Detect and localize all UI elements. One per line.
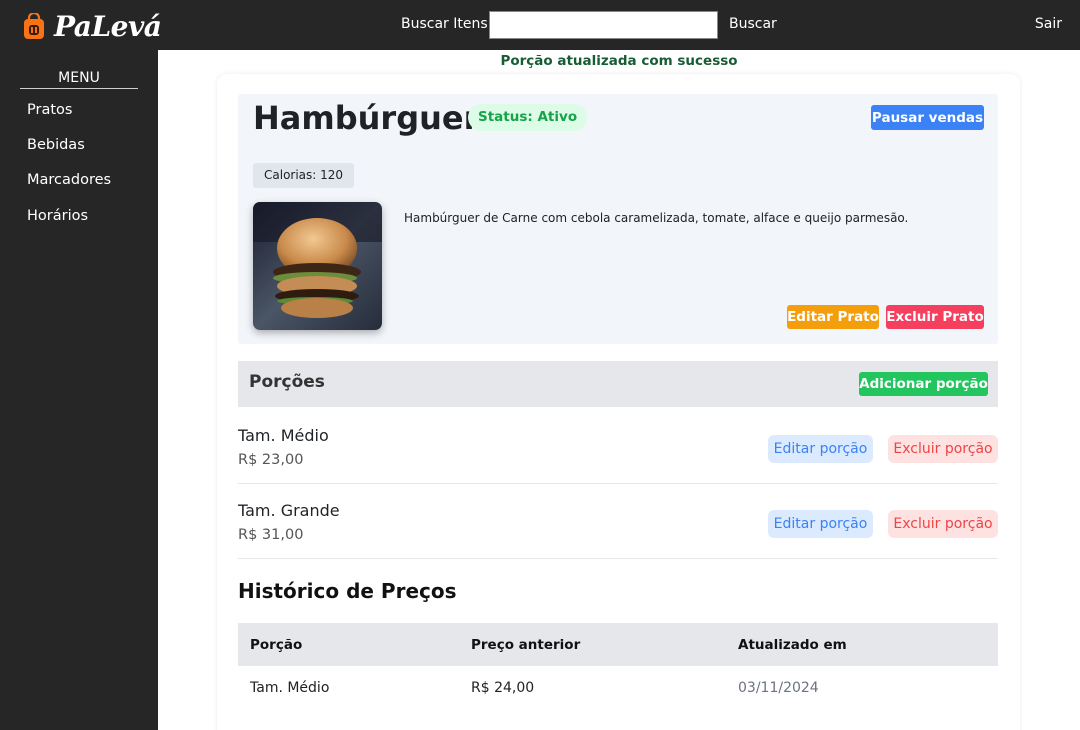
history-cell-portion: Tam. Médio — [250, 679, 330, 696]
menu-title: MENU — [20, 70, 138, 89]
portion-name: Tam. Grande — [238, 501, 340, 520]
portion-row: Tam. Médio R$ 23,00 Editar porção Exclui… — [238, 420, 998, 484]
price-history-title: Histórico de Preços — [238, 579, 457, 603]
table-header-row: Porção Preço anterior Atualizado em — [238, 623, 998, 666]
history-cell-price: R$ 24,00 — [471, 679, 535, 696]
sidebar-item-horarios[interactable]: Horários — [27, 208, 88, 224]
sidebar-item-pratos[interactable]: Pratos — [27, 102, 72, 118]
price-history-table: Porção Preço anterior Atualizado em Tam.… — [238, 623, 998, 709]
portion-row: Tam. Grande R$ 31,00 Editar porção Exclu… — [238, 495, 998, 559]
sidebar-item-bebidas[interactable]: Bebidas — [27, 137, 85, 153]
pause-sales-button[interactable]: Pausar vendas — [871, 105, 984, 130]
shopping-bag-icon — [22, 11, 46, 41]
dish-card: Hambúrguer Status: Ativo Pausar vendas C… — [217, 74, 1020, 730]
add-portion-button[interactable]: Adicionar porção — [859, 372, 988, 396]
logout-link[interactable]: Sair — [1035, 16, 1062, 32]
portions-header: Porções Adicionar porção — [238, 361, 998, 407]
portion-price: R$ 31,00 — [238, 527, 304, 543]
table-row: Tam. Médio R$ 24,00 03/11/2024 — [238, 666, 998, 709]
search-label: Buscar Itens — [401, 16, 488, 32]
brand-logo[interactable]: PaLevá — [22, 10, 162, 43]
delete-dish-button[interactable]: Excluir Prato — [886, 305, 984, 329]
dish-photo — [253, 202, 382, 330]
edit-portion-button[interactable]: Editar porção — [768, 435, 873, 463]
portions-title: Porções — [249, 372, 325, 392]
portion-name: Tam. Médio — [238, 426, 329, 445]
flash-message: Porção atualizada com sucesso — [500, 53, 738, 69]
calories-badge: Calorias: 120 — [253, 163, 355, 188]
delete-portion-button[interactable]: Excluir porção — [888, 435, 998, 463]
sidebar-item-marcadores[interactable]: Marcadores — [27, 172, 111, 188]
main-content: Porção atualizada com sucesso Hambúrguer… — [158, 50, 1080, 730]
brand-name: PaLevá — [54, 10, 162, 43]
edit-dish-button[interactable]: Editar Prato — [787, 305, 879, 329]
dish-description: Hambúrguer de Carne com cebola carameliz… — [404, 211, 909, 225]
column-header-previous-price: Preço anterior — [459, 623, 726, 666]
column-header-updated-at: Atualizado em — [726, 623, 998, 666]
dish-title: Hambúrguer — [253, 99, 480, 137]
column-header-portion: Porção — [238, 623, 459, 666]
dish-details-panel: Hambúrguer Status: Ativo Pausar vendas C… — [238, 94, 998, 344]
portion-price: R$ 23,00 — [238, 452, 304, 468]
delete-portion-button[interactable]: Excluir porção — [888, 510, 998, 538]
search-button[interactable]: Buscar — [729, 16, 777, 32]
edit-portion-button[interactable]: Editar porção — [768, 510, 873, 538]
top-navbar: PaLevá Buscar Itens Buscar Sair — [0, 0, 1080, 50]
history-cell-date: 03/11/2024 — [738, 679, 819, 696]
sidebar: MENU Pratos Bebidas Marcadores Horários — [0, 50, 158, 730]
search-input[interactable] — [489, 11, 718, 39]
status-badge: Status: Ativo — [468, 104, 588, 131]
